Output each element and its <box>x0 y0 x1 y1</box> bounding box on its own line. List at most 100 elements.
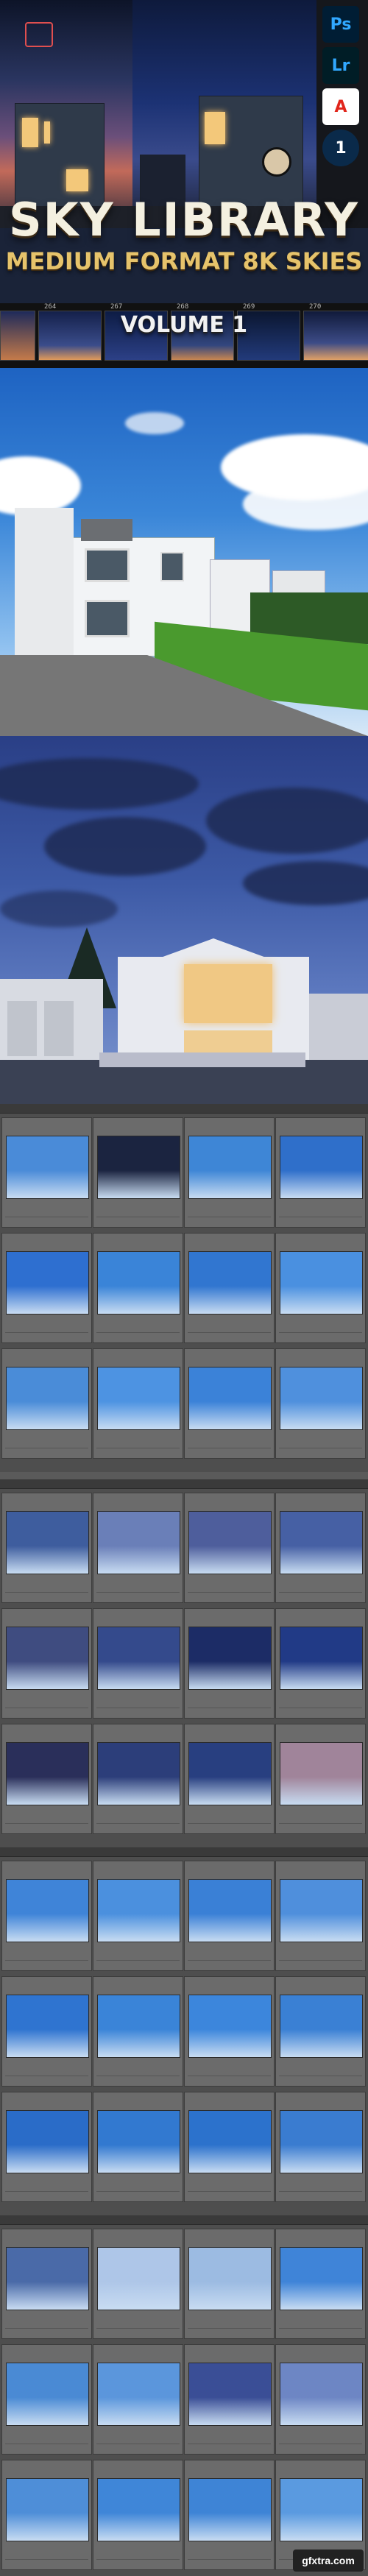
sky-thumbnail[interactable] <box>97 1367 180 1430</box>
thumbnail-cell[interactable] <box>275 1976 366 2087</box>
thumbnail-cell[interactable] <box>275 1493 366 1603</box>
sky-thumbnail[interactable] <box>97 1251 180 1314</box>
thumbnail-cell[interactable] <box>1 1117 92 1228</box>
thumbnail-cell[interactable] <box>1 1976 92 2087</box>
thumbnail-cell[interactable] <box>275 1724 366 1834</box>
thumbnail-cell[interactable] <box>1 2344 92 2455</box>
thumbnail-cell[interactable] <box>275 2344 366 2455</box>
sky-thumbnail[interactable] <box>280 2247 363 2310</box>
thumbnail-cell[interactable] <box>184 1117 275 1228</box>
sky-thumbnail[interactable] <box>280 2478 363 2541</box>
thumbnail-cell[interactable] <box>93 1608 183 1719</box>
thumbnail-cell[interactable] <box>93 2344 183 2455</box>
thumbnail-cell[interactable] <box>1 2229 92 2339</box>
sky-thumbnail[interactable] <box>188 2110 272 2173</box>
cell-footer <box>96 2328 180 2335</box>
sky-thumbnail[interactable] <box>6 1511 89 1574</box>
sky-thumbnail[interactable] <box>97 2478 180 2541</box>
sky-thumbnail[interactable] <box>6 1367 89 1430</box>
thumbnail-cell[interactable] <box>275 1608 366 1719</box>
sky-thumbnail[interactable] <box>97 1136 180 1199</box>
cell-footer <box>188 2444 271 2450</box>
thumbnail-cell[interactable] <box>184 1976 275 2087</box>
thumbnail-cell[interactable] <box>93 1348 183 1459</box>
sky-thumbnail[interactable] <box>280 1742 363 1805</box>
sky-thumbnail[interactable] <box>6 2110 89 2173</box>
thumbnail-cell[interactable] <box>275 1348 366 1459</box>
thumbnail-cell[interactable] <box>184 1233 275 1343</box>
thumbnail-cell[interactable] <box>1 2092 92 2202</box>
thumbnail-cell[interactable] <box>93 2460 183 2570</box>
thumbnail-cell[interactable] <box>184 1493 275 1603</box>
sky-thumbnail[interactable] <box>188 1136 272 1199</box>
thumbnail-cell[interactable] <box>1 1348 92 1459</box>
thumbnail-cell[interactable] <box>93 1117 183 1228</box>
thumbnail-cell[interactable] <box>184 1608 275 1719</box>
sky-thumbnail[interactable] <box>280 2110 363 2173</box>
sky-thumbnail[interactable] <box>6 1627 89 1690</box>
thumbnail-cell[interactable] <box>93 1861 183 1971</box>
thumbnail-cell[interactable] <box>1 1861 92 1971</box>
sky-thumbnail[interactable] <box>280 1367 363 1430</box>
thumbnail-cell[interactable] <box>1 1608 92 1719</box>
sky-thumbnail[interactable] <box>188 2478 272 2541</box>
thumbnail-cell[interactable] <box>1 1233 92 1343</box>
thumbnail-cell[interactable] <box>184 2092 275 2202</box>
sky-thumbnail[interactable] <box>188 1995 272 2058</box>
sky-thumbnail[interactable] <box>280 1627 363 1690</box>
sky-thumbnail[interactable] <box>97 2247 180 2310</box>
sky-thumbnail[interactable] <box>188 1367 272 1430</box>
thumbnail-cell[interactable] <box>184 2460 275 2570</box>
thumbnail-cell[interactable] <box>275 1233 366 1343</box>
thumbnail-cell[interactable] <box>184 2344 275 2455</box>
thumbnail-cell[interactable] <box>184 2229 275 2339</box>
sky-thumbnail[interactable] <box>6 1995 89 2058</box>
sky-thumbnail[interactable] <box>97 1627 180 1690</box>
sky-thumbnail[interactable] <box>188 1742 272 1805</box>
sky-thumbnail[interactable] <box>97 1879 180 1942</box>
thumbnail-cell[interactable] <box>93 1724 183 1834</box>
thumbnail-cell[interactable] <box>1 2460 92 2570</box>
sky-thumbnail[interactable] <box>280 1511 363 1574</box>
sky-thumbnail[interactable] <box>6 1136 89 1199</box>
sky-thumbnail[interactable] <box>6 1251 89 1314</box>
thumbnail-cell[interactable] <box>93 1976 183 2087</box>
sky-thumbnail[interactable] <box>188 1251 272 1314</box>
sky-thumbnail[interactable] <box>6 2247 89 2310</box>
sky-thumbnail[interactable] <box>280 1995 363 2058</box>
thumbnail-cell[interactable] <box>93 1493 183 1603</box>
thumbnail-cell[interactable] <box>275 1117 366 1228</box>
sky-thumbnail[interactable] <box>97 2363 180 2426</box>
thumbnail-cell[interactable] <box>184 1861 275 1971</box>
thumbnail-cell[interactable] <box>93 1233 183 1343</box>
thumbnail-cell[interactable] <box>1 1724 92 1834</box>
thumbnail-cell[interactable] <box>184 1348 275 1459</box>
sky-thumbnail[interactable] <box>280 1879 363 1942</box>
sky-thumbnail[interactable] <box>97 1742 180 1805</box>
sky-thumbnail[interactable] <box>188 1627 272 1690</box>
sky-thumbnail[interactable] <box>6 2363 89 2426</box>
sky-thumbnail[interactable] <box>6 1879 89 1942</box>
sky-thumbnail[interactable] <box>280 1251 363 1314</box>
cloud <box>0 891 118 927</box>
thumbnail-cell[interactable] <box>184 1724 275 1834</box>
thumbnail-cell[interactable] <box>93 2092 183 2202</box>
thumbnail-cell[interactable] <box>275 1861 366 1971</box>
cell-footer <box>188 1708 271 1714</box>
thumbnail-cell[interactable] <box>93 2229 183 2339</box>
sky-thumbnail[interactable] <box>6 1742 89 1805</box>
sky-thumbnail[interactable] <box>6 2478 89 2541</box>
sky-thumbnail[interactable] <box>188 1511 272 1574</box>
thumbnail-cell[interactable] <box>275 2229 366 2339</box>
lightroom-icon: Lr <box>322 47 359 84</box>
sky-thumbnail[interactable] <box>97 1995 180 2058</box>
sky-thumbnail[interactable] <box>188 1879 272 1942</box>
sky-thumbnail[interactable] <box>188 2363 272 2426</box>
sky-thumbnail[interactable] <box>97 1511 180 1574</box>
sky-thumbnail[interactable] <box>188 2247 272 2310</box>
thumbnail-cell[interactable] <box>275 2092 366 2202</box>
thumbnail-cell[interactable] <box>1 1493 92 1603</box>
sky-thumbnail[interactable] <box>280 2363 363 2426</box>
sky-thumbnail[interactable] <box>280 1136 363 1199</box>
sky-thumbnail[interactable] <box>97 2110 180 2173</box>
